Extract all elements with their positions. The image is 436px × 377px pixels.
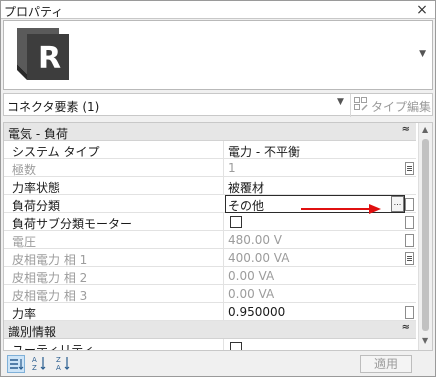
associate-parameter-icon[interactable] <box>405 216 414 229</box>
collapse-icon[interactable]: ≈ <box>402 322 410 333</box>
divider <box>223 285 224 303</box>
motor-checkbox[interactable] <box>230 216 242 228</box>
property-row-voltage: 電圧 480.00 V <box>4 231 416 249</box>
divider <box>223 339 224 350</box>
edit-type-label: タイプ編集 <box>371 100 432 114</box>
property-name: 極数 <box>12 163 37 177</box>
associate-parameter-icon[interactable] <box>405 162 414 175</box>
sort-by-group-icon[interactable] <box>7 355 25 373</box>
svg-text:A: A <box>32 356 37 364</box>
sort-descending-icon[interactable]: Z A <box>55 355 73 373</box>
annotation-arrow-icon <box>301 204 381 214</box>
property-value: 400.00 VA <box>228 251 290 265</box>
edit-type-button[interactable]: タイプ編集 <box>354 96 432 114</box>
chevron-down-icon[interactable]: ▼ <box>337 97 344 107</box>
property-name: システム タイプ <box>12 145 100 159</box>
element-selector-label: コネクタ要素 (1) <box>7 100 100 114</box>
property-grid: 電気 - 負荷 ≈ システム タイプ 電力 - 不平衡 極数 1 力率状態 被覆… <box>3 122 433 351</box>
browse-button[interactable]: ... <box>391 196 404 212</box>
property-row-power-factor-state[interactable]: 力率状態 被覆材 <box>4 177 416 195</box>
vertical-scrollbar[interactable]: ▲ ▼ <box>418 123 432 350</box>
chevron-down-icon[interactable]: ▼ <box>419 49 426 59</box>
property-value[interactable]: 0.950000 <box>228 305 285 319</box>
group-label: 識別情報 <box>8 325 57 339</box>
revit-logo-icon: R <box>17 28 69 80</box>
title-bar[interactable]: プロパティ × <box>1 1 435 19</box>
property-value: 0.00 VA <box>228 269 275 283</box>
property-value[interactable]: 電力 - 不平衡 <box>228 143 300 160</box>
group-identity-data[interactable]: 識別情報 ≈ <box>4 321 416 339</box>
edit-type-icon <box>354 97 368 111</box>
window-title: プロパティ <box>4 5 64 19</box>
property-name: 負荷分類 <box>12 199 61 213</box>
apply-button[interactable]: 適用 <box>360 355 412 373</box>
divider <box>350 94 351 117</box>
property-name: ユーティリティ <box>12 343 95 351</box>
property-row-utility[interactable]: ユーティリティ <box>4 339 416 351</box>
logo-letter: R <box>38 41 61 76</box>
type-preview[interactable]: R ▼ <box>3 20 433 90</box>
property-value: 1 <box>228 161 236 175</box>
property-value[interactable]: 被覆材 <box>228 179 264 196</box>
property-row-poles: 極数 1 <box>4 159 416 177</box>
property-name: 力率 <box>12 307 37 321</box>
associate-parameter-icon[interactable] <box>405 306 414 319</box>
associate-parameter-icon[interactable] <box>405 198 414 211</box>
group-electrical-load[interactable]: 電気 - 負荷 ≈ <box>4 123 416 141</box>
property-name: 電圧 <box>12 235 37 249</box>
close-icon[interactable]: × <box>415 2 429 18</box>
bottom-toolbar: A Z Z A 適用 <box>3 353 433 375</box>
svg-text:A: A <box>56 364 61 371</box>
associate-parameter-icon[interactable] <box>405 234 414 247</box>
property-value: 480.00 V <box>228 233 283 247</box>
scrollbar-thumb[interactable] <box>422 139 429 331</box>
property-name: 負荷サブ分類モーター <box>12 217 133 231</box>
divider <box>223 177 224 195</box>
element-selector[interactable]: コネクタ要素 (1) ▼ タイプ編集 <box>3 93 433 117</box>
property-name: 力率状態 <box>12 181 61 195</box>
scroll-down-icon[interactable]: ▼ <box>422 336 428 345</box>
divider <box>223 267 224 285</box>
divider <box>223 303 224 321</box>
property-row-system-type[interactable]: システム タイプ 電力 - 不平衡 <box>4 141 416 159</box>
scroll-up-icon[interactable]: ▲ <box>422 125 428 134</box>
property-row-apparent-load-phase-3: 皮相電力 相 3 0.00 VA <box>4 285 416 303</box>
divider <box>223 159 224 177</box>
divider <box>223 249 224 267</box>
property-value: 0.00 VA <box>228 287 275 301</box>
svg-text:Z: Z <box>32 364 37 371</box>
property-name: 皮相電力 相 1 <box>12 253 88 267</box>
divider <box>223 231 224 249</box>
property-row-apparent-load-phase-1: 皮相電力 相 1 400.00 VA <box>4 249 416 267</box>
svg-text:Z: Z <box>56 356 61 364</box>
property-row-apparent-load-phase-2: 皮相電力 相 2 0.00 VA <box>4 267 416 285</box>
property-row-load-subclass-motor[interactable]: 負荷サブ分類モーター <box>4 213 416 231</box>
sort-ascending-icon[interactable]: A Z <box>31 355 49 373</box>
collapse-icon[interactable]: ≈ <box>402 124 410 135</box>
properties-window: プロパティ × R ▼ コネクタ要素 (1) ▼ タイプ編集 電気 - 負荷 ≈… <box>0 0 436 377</box>
divider <box>223 213 224 231</box>
property-name: 皮相電力 相 2 <box>12 271 88 285</box>
divider <box>223 141 224 159</box>
associate-parameter-icon[interactable] <box>405 252 414 265</box>
property-row-power-factor[interactable]: 力率 0.950000 <box>4 303 416 321</box>
property-value[interactable]: その他 <box>228 197 264 214</box>
property-name: 皮相電力 相 3 <box>12 289 88 303</box>
group-label: 電気 - 負荷 <box>8 127 68 141</box>
utility-checkbox[interactable] <box>230 342 242 350</box>
